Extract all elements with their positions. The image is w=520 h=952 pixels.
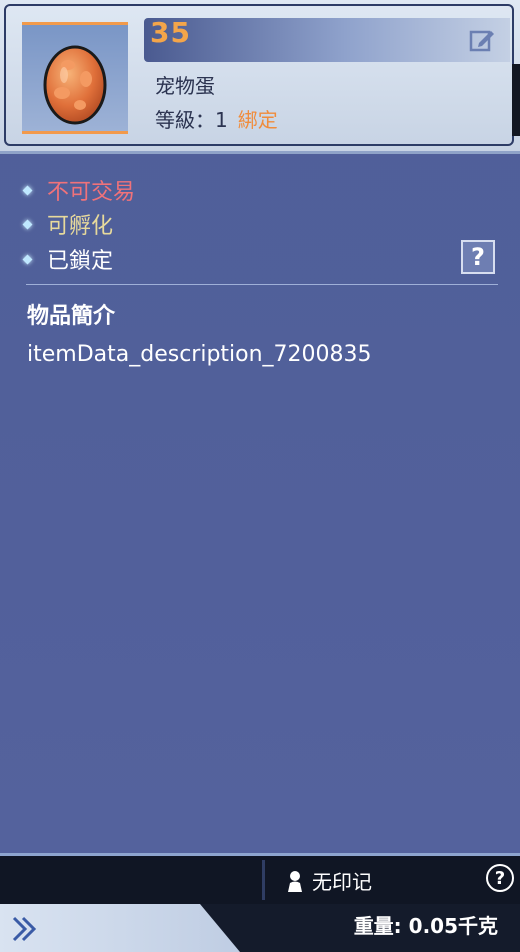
bar-separator bbox=[262, 860, 265, 900]
item-weight: 重量: 0.05千克 bbox=[353, 914, 498, 938]
level-value: 1 bbox=[215, 108, 228, 132]
item-tooltip-panel: 35 宠物蛋 等級：1 綁定 不可交易 可孵化 已鎖定 ? 物品簡介 itemDa… bbox=[0, 0, 520, 952]
divider bbox=[26, 284, 498, 285]
property-untradeable: 不可交易 bbox=[22, 174, 136, 206]
property-label: 不可交易 bbox=[47, 180, 136, 205]
item-number: 35 bbox=[150, 16, 191, 49]
item-name: 宠物蛋 bbox=[155, 74, 215, 98]
description-title: 物品簡介 bbox=[27, 304, 116, 329]
imprint-label: 无印记 bbox=[312, 870, 372, 894]
description-text: itemData_description_7200835 bbox=[27, 342, 372, 367]
imprint-help-button[interactable]: ? bbox=[486, 864, 514, 892]
property-hatchable: 可孵化 bbox=[22, 208, 114, 240]
bullet-diamond-icon bbox=[22, 185, 33, 195]
level-label: 等級： bbox=[155, 108, 215, 132]
bound-status: 綁定 bbox=[237, 108, 278, 132]
property-label: 已鎖定 bbox=[47, 249, 114, 274]
double-chevron-right-icon bbox=[12, 916, 37, 942]
pet-egg-icon bbox=[43, 45, 107, 125]
item-header: 35 宠物蛋 等級：1 綁定 bbox=[0, 0, 520, 154]
imprint-status[interactable]: 无印记 bbox=[286, 866, 372, 895]
property-locked: 已鎖定 bbox=[22, 243, 114, 275]
help-button[interactable]: ? bbox=[461, 240, 495, 274]
property-label: 可孵化 bbox=[47, 214, 114, 239]
imprint-bar bbox=[0, 856, 520, 904]
item-title-bar bbox=[144, 18, 510, 62]
bullet-diamond-icon bbox=[22, 254, 33, 264]
side-tab[interactable] bbox=[512, 64, 520, 136]
edit-icon bbox=[469, 30, 494, 52]
bullet-diamond-icon bbox=[22, 219, 33, 229]
item-level-row: 等級：1 綁定 bbox=[155, 104, 278, 133]
person-icon bbox=[288, 870, 302, 892]
item-icon-frame bbox=[22, 22, 128, 134]
edit-button[interactable] bbox=[466, 24, 498, 56]
